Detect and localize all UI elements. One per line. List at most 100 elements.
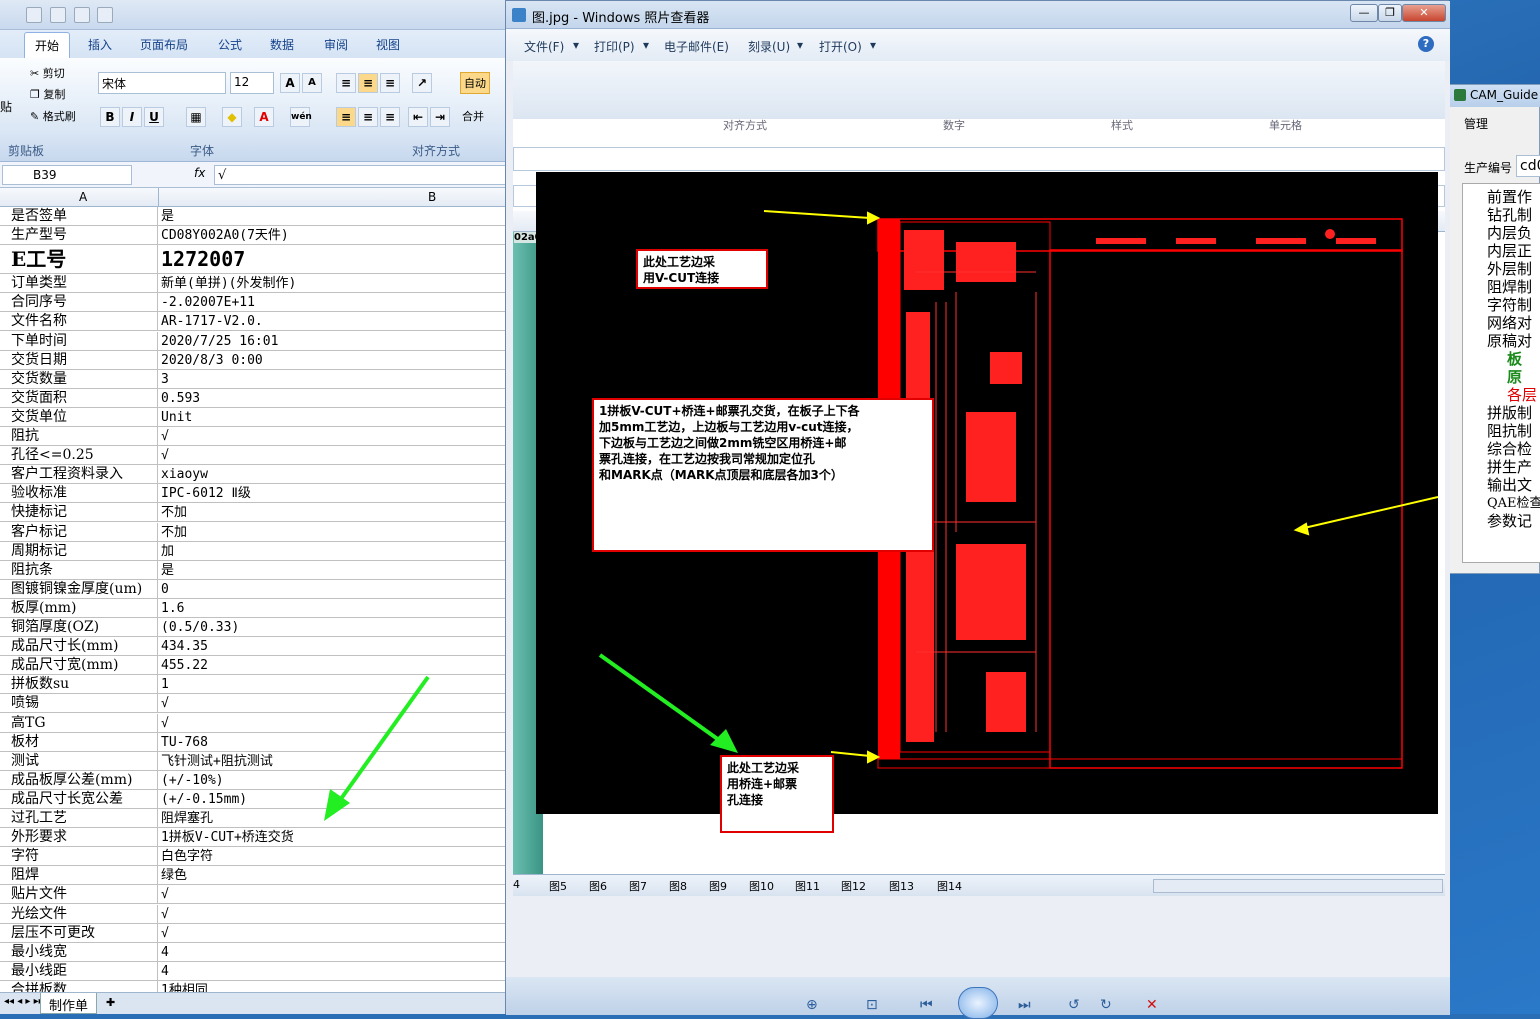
sheet-tab-active[interactable]: 制作单 <box>40 993 98 1014</box>
align-middle-icon[interactable]: ≡ <box>358 73 378 93</box>
cell-b[interactable]: 3 <box>159 370 508 389</box>
undo-icon[interactable] <box>49 7 66 23</box>
align-left-icon[interactable]: ≡ <box>336 107 356 127</box>
cell-a[interactable]: 层压不可更改 <box>10 923 158 943</box>
table-row[interactable]: 交货数量 3 <box>0 369 508 389</box>
save-icon[interactable] <box>26 7 42 23</box>
table-row[interactable]: 字符 白色字符 <box>0 847 508 867</box>
slideshow-button[interactable] <box>958 987 998 1019</box>
table-row[interactable]: 合同序号 -2.02007E+11 <box>0 293 508 313</box>
merge-button[interactable]: 合并 <box>462 108 484 124</box>
close-button[interactable]: ✕ <box>1402 4 1446 22</box>
menu-open-arrow-icon[interactable]: ▾ <box>870 38 876 52</box>
cell-a[interactable]: 验收标准 <box>10 484 158 504</box>
maximize-button[interactable]: ❐ <box>1378 4 1402 22</box>
cell-a[interactable]: 交货日期 <box>10 350 158 370</box>
cell-b[interactable]: AR-1717-V2.0. <box>159 312 508 331</box>
wrap-text-button[interactable]: 自动 <box>460 72 490 94</box>
table-row[interactable]: 快捷标记 不加 <box>0 503 508 523</box>
fit-window-icon[interactable]: ⊡ <box>866 997 878 1013</box>
format-painter-button[interactable]: ✎ 格式刷 <box>30 108 76 124</box>
cell-a[interactable]: 字符 <box>10 847 158 867</box>
cell-b[interactable]: CD08Y002A0(7天件) <box>159 226 508 245</box>
cell-a[interactable]: 过孔工艺 <box>10 809 158 829</box>
viewer-title-bar[interactable]: 图.jpg - Windows 照片查看器 — ❐ ✕ <box>506 1 1450 29</box>
cell-a[interactable]: 阻抗 <box>10 427 158 447</box>
cell-b[interactable]: (0.5/0.33) <box>159 618 508 637</box>
excel-title-bar[interactable] <box>0 0 508 30</box>
cam-menu-manage[interactable]: 管理 <box>1464 115 1488 132</box>
cell-b[interactable]: 是 <box>159 207 508 226</box>
cell-a[interactable]: 周期标记 <box>10 541 158 561</box>
cell-a[interactable]: 是否签单 <box>10 207 158 227</box>
sheet-nav-icon[interactable]: ◂◂ ◂ ▸ ▸▸ <box>4 996 44 1007</box>
customize-qat-icon[interactable] <box>97 7 114 23</box>
column-header-b[interactable]: B <box>428 190 436 204</box>
table-row[interactable]: 验收标准 IPC-6012 Ⅱ级 <box>0 484 508 504</box>
cell-a[interactable]: 铜箔厚度(OZ) <box>10 618 158 638</box>
table-row[interactable]: 铜箔厚度(OZ) (0.5/0.33) <box>0 618 508 638</box>
cell-a[interactable]: 交货面积 <box>10 388 158 408</box>
table-row[interactable]: 交货日期 2020/8/3 0:00 <box>0 350 508 370</box>
orientation-icon[interactable]: ↗ <box>412 73 432 93</box>
cell-a[interactable]: 高TG <box>10 713 158 733</box>
worksheet-grid[interactable]: 是否签单是生产型号 CD08Y002A0(7天件) E工号 1272007 订单类型 新单… <box>0 207 508 992</box>
font-name-select[interactable]: 宋体 <box>98 72 226 94</box>
fill-color-icon[interactable]: ◆ <box>222 107 242 127</box>
table-row[interactable]: 下单时间 2020/7/25 16:01 <box>0 331 508 351</box>
italic-button[interactable]: I <box>122 107 142 127</box>
font-color-icon[interactable]: A <box>254 107 274 127</box>
cell-a[interactable]: 成品板厚公差(mm) <box>10 770 158 790</box>
cell-a[interactable]: 交货单位 <box>10 407 158 427</box>
shrink-font-button[interactable]: A <box>302 73 322 93</box>
cell-b[interactable]: Unit <box>159 408 508 427</box>
menu-open[interactable]: 打开(O) <box>819 38 862 55</box>
cell-b[interactable]: 1.6 <box>159 599 508 618</box>
copy-button[interactable]: ❐ 复制 <box>30 86 65 102</box>
cell-b[interactable]: 2020/7/25 16:01 <box>159 332 508 351</box>
cell-b[interactable]: 2020/8/3 0:00 <box>159 351 508 370</box>
increase-indent-icon[interactable]: ⇥ <box>430 107 450 127</box>
cell-b[interactable]: √ <box>159 924 508 943</box>
table-row[interactable]: 贴片文件 √ <box>0 885 508 905</box>
cut-button[interactable]: ✂ 剪切 <box>30 65 65 81</box>
next-icon[interactable]: ⏭ <box>1018 997 1031 1013</box>
align-center-icon[interactable]: ≡ <box>358 107 378 127</box>
cell-a[interactable]: 文件名称 <box>10 312 158 332</box>
cell-b[interactable]: 加 <box>159 542 508 561</box>
fx-icon[interactable]: fx <box>194 166 205 180</box>
table-row[interactable]: 是否签单是 <box>0 207 508 227</box>
new-sheet-icon[interactable]: ✚ <box>106 996 115 1009</box>
cell-a[interactable]: 拼板数su <box>10 675 158 695</box>
cell-b[interactable]: 0.593 <box>159 389 508 408</box>
table-row[interactable]: 阻抗条是 <box>0 560 508 580</box>
photo-viewer-window[interactable]: 图.jpg - Windows 照片查看器 — ❐ ✕ 文件(F) ▾ 打印(P… <box>505 0 1450 1019</box>
cell-a[interactable]: E工号 <box>10 245 158 275</box>
cam-tree[interactable]: 前置作 钻孔制 内层负 内层正 外层制 阻焊制 字符制 网络对 原稿对 板 原 … <box>1462 183 1540 563</box>
cell-b[interactable]: IPC-6012 Ⅱ级 <box>159 484 508 503</box>
tab-view[interactable]: 视图 <box>376 36 400 53</box>
tab-review[interactable]: 审阅 <box>324 36 348 53</box>
table-row[interactable]: 成品尺寸长(mm) 434.35 <box>0 637 508 657</box>
tab-page-layout[interactable]: 页面布局 <box>140 36 188 53</box>
rotate-right-icon[interactable]: ↻ <box>1100 997 1112 1013</box>
cell-a[interactable]: 生产型号 <box>10 226 158 246</box>
tab-data[interactable]: 数据 <box>270 36 294 53</box>
cell-a[interactable]: 合同序号 <box>10 293 158 313</box>
table-row[interactable]: 订单类型 新单(单拼)(外发制作) <box>0 274 508 294</box>
menu-burn-arrow-icon[interactable]: ▾ <box>797 38 803 52</box>
cell-a[interactable]: 成品尺寸长宽公差 <box>10 789 158 809</box>
cell-a[interactable]: 板厚(mm) <box>10 598 158 618</box>
cell-a[interactable]: 客户标记 <box>10 522 158 542</box>
cell-b[interactable]: 白色字符 <box>159 847 508 866</box>
borders-icon[interactable]: ▦ <box>186 107 206 127</box>
minimize-button[interactable]: — <box>1350 4 1378 22</box>
cell-a[interactable]: 测试 <box>10 751 158 771</box>
table-row[interactable]: 合拼板数 1种相同 <box>0 980 508 992</box>
cell-b[interactable]: √ <box>159 905 508 924</box>
table-row[interactable]: 周期标记加 <box>0 541 508 561</box>
tree-item[interactable]: QAE检查 <box>1487 492 1540 511</box>
cell-b[interactable]: 新单(单拼)(外发制作) <box>159 274 508 293</box>
table-row[interactable]: 交货单位 Unit <box>0 407 508 427</box>
cell-a[interactable]: 交货数量 <box>10 369 158 389</box>
